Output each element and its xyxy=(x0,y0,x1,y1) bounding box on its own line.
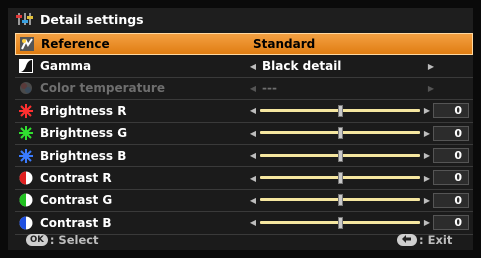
right-arrow-icon[interactable]: ▶ xyxy=(422,196,432,205)
contrast-g-icon xyxy=(19,193,33,207)
color-temperature-value: --- xyxy=(262,81,277,96)
slider-thumb[interactable] xyxy=(338,104,343,117)
menu-item-label: Brightness R xyxy=(40,103,127,118)
right-arrow-icon[interactable]: ▶ xyxy=(422,129,432,138)
contrast-r-value: 0 xyxy=(433,170,469,186)
contrast-b-icon xyxy=(19,216,33,230)
exit-hint: : Exit xyxy=(397,233,452,247)
menu-item-contrast-r[interactable]: Contrast R ◀ ▶ 0 xyxy=(15,167,473,190)
right-arrow-icon[interactable]: ▶ xyxy=(422,106,432,115)
menu-item-brightness-b[interactable]: Brightness B ◀ ▶ 0 xyxy=(15,145,473,168)
settings-menu: Reference Standard Gamma ◀ Black detail … xyxy=(15,33,473,235)
return-button-icon xyxy=(397,234,417,246)
menu-item-label: Contrast G xyxy=(40,193,113,208)
contrast-g-slider[interactable] xyxy=(260,193,420,207)
menu-item-reference[interactable]: Reference Standard xyxy=(15,33,473,56)
slider-thumb[interactable] xyxy=(338,172,343,185)
slider-thumb[interactable] xyxy=(338,149,343,162)
brightness-r-icon xyxy=(19,103,33,118)
right-arrow-icon[interactable]: ▶ xyxy=(426,62,436,71)
contrast-r-slider[interactable] xyxy=(260,171,420,185)
exit-hint-label: : Exit xyxy=(419,233,453,247)
contrast-b-value: 0 xyxy=(433,215,469,231)
brightness-g-slider[interactable] xyxy=(260,126,420,140)
menu-item-brightness-g[interactable]: Brightness G ◀ ▶ 0 xyxy=(15,123,473,145)
left-arrow-icon[interactable]: ◀ xyxy=(248,218,258,227)
menu-item-label: Brightness G xyxy=(40,126,128,141)
brightness-g-icon xyxy=(19,126,33,141)
brightness-r-slider[interactable] xyxy=(260,104,420,118)
menu-item-label: Color temperature xyxy=(40,81,165,96)
contrast-r-icon xyxy=(19,171,33,185)
settings-sliders-icon xyxy=(16,12,34,26)
menu-item-label: Contrast R xyxy=(40,171,112,186)
menu-item-label: Gamma xyxy=(40,59,92,74)
menu-item-label: Brightness B xyxy=(40,148,127,163)
title-bar: Detail settings xyxy=(8,8,473,30)
left-arrow-icon[interactable]: ◀ xyxy=(248,106,258,115)
brightness-b-icon xyxy=(19,148,33,163)
right-arrow-icon: ▶ xyxy=(427,83,435,93)
left-arrow-icon: ◀ xyxy=(249,83,257,93)
footer-hints: OK : Select : Exit xyxy=(8,230,473,250)
left-arrow-icon[interactable]: ◀ xyxy=(248,151,258,160)
color-temperature-icon xyxy=(19,81,33,95)
slider-thumb[interactable] xyxy=(338,194,343,207)
gamma-icon xyxy=(19,59,33,74)
right-arrow-icon[interactable]: ▶ xyxy=(422,174,432,183)
detail-settings-window: Detail settings Reference Standard Gamma… xyxy=(8,8,473,250)
select-hint: OK : Select xyxy=(26,233,99,247)
brightness-b-slider[interactable] xyxy=(260,149,420,163)
slider-thumb[interactable] xyxy=(338,127,343,140)
menu-item-contrast-g[interactable]: Contrast G ◀ ▶ 0 xyxy=(15,190,473,213)
page-title: Detail settings xyxy=(40,11,144,27)
menu-item-gamma[interactable]: Gamma ◀ Black detail ▶ xyxy=(15,55,473,78)
menu-item-brightness-r[interactable]: Brightness R ◀ ▶ 0 xyxy=(15,100,473,123)
brightness-r-value: 0 xyxy=(433,103,469,119)
slider-thumb[interactable] xyxy=(338,216,343,229)
menu-item-label: Reference xyxy=(41,37,110,52)
contrast-g-value: 0 xyxy=(433,192,469,208)
contrast-b-slider[interactable] xyxy=(260,216,420,230)
menu-item-color-temperature: Color temperature ◀ --- ▶ xyxy=(15,78,473,101)
ok-button-icon: OK xyxy=(26,234,48,246)
reference-icon xyxy=(20,37,34,52)
reference-value: Standard xyxy=(253,37,316,52)
left-arrow-icon[interactable]: ◀ xyxy=(248,62,258,71)
right-arrow-icon[interactable]: ▶ xyxy=(422,218,432,227)
brightness-g-value: 0 xyxy=(433,125,469,141)
left-arrow-icon[interactable]: ◀ xyxy=(248,196,258,205)
menu-item-label: Contrast B xyxy=(40,215,112,230)
select-hint-label: : Select xyxy=(49,233,99,247)
left-arrow-icon[interactable]: ◀ xyxy=(248,129,258,138)
gamma-value: Black detail xyxy=(262,59,342,74)
brightness-b-value: 0 xyxy=(433,147,469,163)
left-arrow-icon[interactable]: ◀ xyxy=(248,174,258,183)
right-arrow-icon[interactable]: ▶ xyxy=(422,151,432,160)
